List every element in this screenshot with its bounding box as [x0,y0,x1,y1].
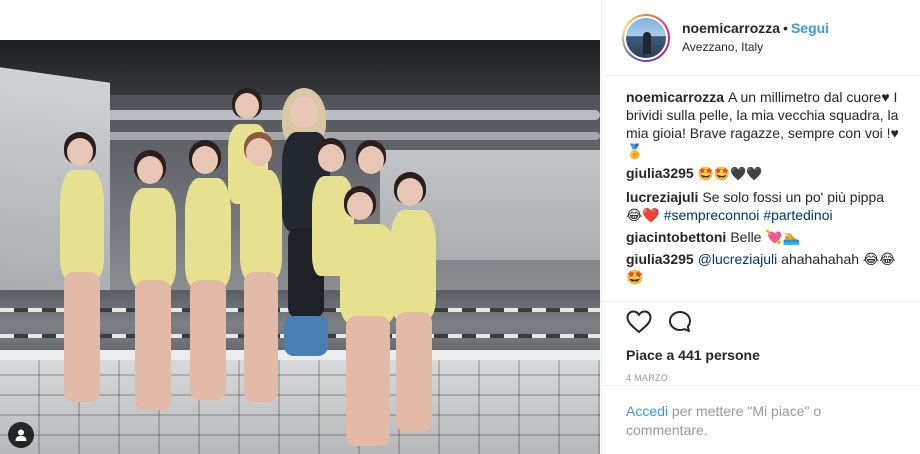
list-item: giacintobettoni Belle 💘🏊 [626,228,900,246]
comment-username[interactable]: giulia3295 [626,165,694,181]
post-location[interactable]: Avezzano, Italy [682,38,829,56]
header-username[interactable]: noemicarrozza [682,20,780,36]
likes-count[interactable]: Piace a 441 persone [602,341,920,363]
photo-pipe [60,110,600,120]
mention-link[interactable]: @lucreziajuli [698,251,778,267]
list-item: giulia3295 🤩🤩🖤🖤 [626,164,900,184]
comment-username[interactable]: giacintobettoni [626,229,726,245]
post-actions [602,301,920,341]
post-date: 4 MARZO [626,373,669,383]
comment-text: Belle 💘🏊 [730,229,801,245]
hashtag-link[interactable]: #partedinoi [763,207,832,223]
follow-button[interactable]: Segui [791,20,829,36]
caption: noemicarrozza A un millimetro dal cuore♥ … [626,88,900,160]
avatar-story-ring[interactable] [622,13,670,62]
comment-username[interactable]: giulia3295 [626,251,694,267]
header-separator: • [783,20,788,36]
post-photo[interactable] [0,40,600,454]
header-text: noemicarrozza • Segui Avezzano, Italy [682,19,829,56]
comments-list: noemicarrozza A un millimetro dal cuore♥ … [602,76,920,301]
user-tag-icon[interactable] [8,422,34,448]
heart-icon[interactable] [626,310,652,341]
comment-username[interactable]: lucreziajuli [626,189,698,205]
list-item: giulia3295 @lucreziajuli ahahahahah 😂😂🤩 [626,250,900,286]
comment-text: 🤩🤩🖤🖤 [697,167,763,182]
post-side-panel: noemicarrozza • Segui Avezzano, Italy noem… [601,0,920,454]
photo-pipe [90,132,600,140]
caption-username[interactable]: noemicarrozza [626,89,724,105]
login-prompt: Accedi per mettere "Mi piace" o commenta… [602,385,920,440]
login-link[interactable]: Accedi [626,403,668,419]
avatar[interactable] [624,15,668,60]
comment-icon[interactable] [668,310,692,341]
list-item: lucreziajuli Se solo fossi un po' più pip… [626,188,900,224]
post-header: noemicarrozza • Segui Avezzano, Italy [602,0,920,76]
hashtag-link[interactable]: #sempreconnoi [664,207,760,223]
